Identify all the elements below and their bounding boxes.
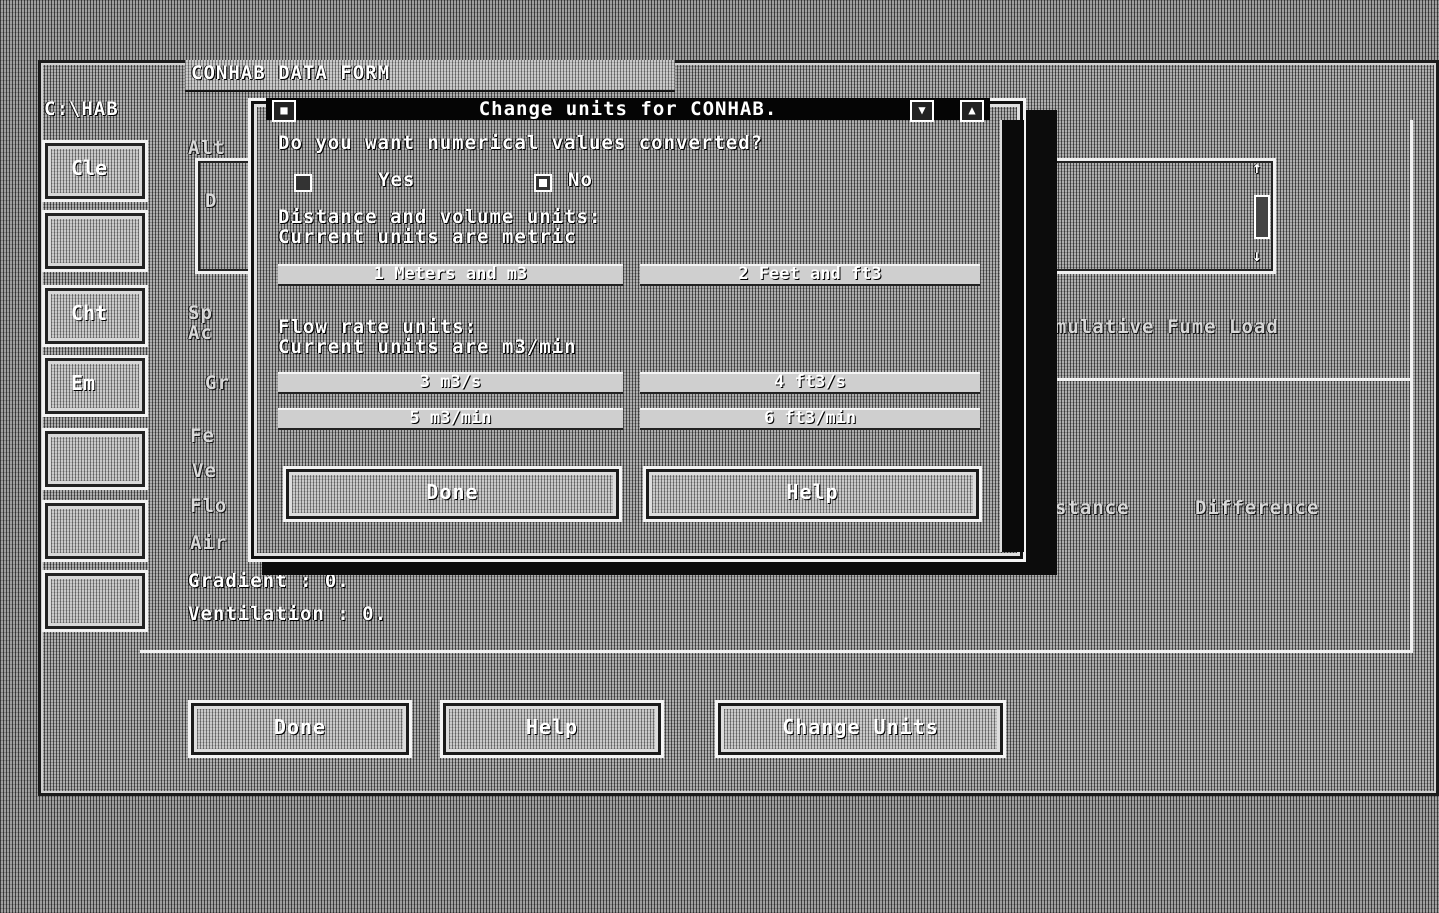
background-right-panel	[1020, 378, 1413, 649]
side-button-1[interactable]: Cle	[42, 140, 148, 202]
dialog-titlebar[interactable]: Change units for CONHAB.	[266, 98, 990, 120]
row-fragment-4: Ac	[188, 322, 213, 344]
scroll-down-icon[interactable]: ↓	[1252, 246, 1263, 265]
distance-units-heading: Distance and volume units:	[278, 206, 602, 228]
side-button-4-label: Em	[71, 371, 96, 395]
flow-current-units: Current units are m3/min	[278, 336, 577, 358]
side-button-6[interactable]	[42, 500, 148, 562]
cumulative-fume-load-label: Cumulative Fume Load	[1030, 316, 1279, 338]
metric-units-label: 1 Meters and m3	[373, 264, 528, 284]
row-fragment-8: Flo	[190, 495, 228, 517]
no-radio[interactable]	[534, 174, 552, 192]
dialog-title: Change units for CONHAB.	[478, 98, 778, 120]
done-button[interactable]: Done	[188, 700, 412, 758]
side-button-3-label: Cht	[71, 301, 108, 325]
yes-radio[interactable]	[294, 174, 312, 192]
side-button-3[interactable]: Cht	[42, 285, 148, 347]
ft3s-label: 4 ft3/s	[774, 372, 846, 392]
m3s-label: 3 m3/s	[419, 372, 482, 392]
imperial-units-option[interactable]: 2 Feet and ft3	[640, 264, 980, 286]
scroll-thumb[interactable]	[1254, 195, 1270, 239]
dialog-help-label: Help	[786, 480, 839, 504]
side-button-7[interactable]	[42, 570, 148, 632]
imperial-units-label: 2 Feet and ft3	[738, 264, 882, 284]
dialog-done-button[interactable]: Done	[283, 466, 622, 522]
row-fragment-7: Ve	[192, 460, 217, 482]
change-units-button[interactable]: Change Units	[715, 700, 1006, 758]
ft3min-label: 6 ft3/min	[763, 408, 857, 428]
ventilation-label: Ventilation : 0.	[188, 603, 388, 625]
convert-question: Do you want numerical values converted?	[278, 132, 764, 154]
ft3min-option[interactable]: 6 ft3/min	[640, 408, 980, 430]
metric-units-option[interactable]: 1 Meters and m3	[278, 264, 623, 286]
side-button-4[interactable]: Em	[42, 355, 148, 417]
dialog-done-label: Done	[426, 480, 479, 504]
yes-label[interactable]: Yes	[378, 169, 415, 191]
no-label[interactable]: No	[568, 169, 593, 191]
row-fragment-9: Air	[190, 532, 228, 554]
background-window-titlebar[interactable]: CONHAB DATA FORM	[185, 60, 675, 92]
maximize-arrow-icon[interactable]: ▲	[960, 100, 984, 122]
flow-units-heading: Flow rate units:	[278, 316, 478, 338]
distance-current-units: Current units are metric	[278, 226, 577, 248]
row-fragment-1: Alt	[188, 137, 226, 159]
row-fragment-3: Sp	[188, 302, 213, 324]
row-fragment-5: Gr	[205, 372, 230, 394]
help-button-label: Help	[525, 715, 579, 739]
side-button-1-label: Cle	[71, 156, 108, 180]
ft3s-option[interactable]: 4 ft3/s	[640, 372, 980, 394]
side-button-5[interactable]	[42, 428, 148, 490]
dialog-scroll-strip[interactable]	[1000, 120, 1024, 552]
m3s-option[interactable]: 3 m3/s	[278, 372, 623, 394]
change-units-button-label: Change Units	[782, 715, 939, 739]
background-path-fragment: C:\HAB	[44, 98, 119, 120]
m3min-label: 5 m3/min	[409, 408, 492, 428]
background-window-title: CONHAB DATA FORM	[191, 62, 391, 84]
close-box-icon[interactable]: ■	[272, 100, 296, 122]
row-fragment-6: Fe	[190, 425, 215, 447]
side-button-2[interactable]	[42, 210, 148, 272]
row-fragment-2: D	[205, 190, 218, 212]
dialog-help-button[interactable]: Help	[643, 466, 982, 522]
help-button[interactable]: Help	[440, 700, 664, 758]
minimize-arrow-icon[interactable]: ▼	[910, 100, 934, 122]
m3min-option[interactable]: 5 m3/min	[278, 408, 623, 430]
done-button-label: Done	[273, 715, 327, 739]
scroll-up-icon[interactable]: ↑	[1252, 158, 1263, 177]
